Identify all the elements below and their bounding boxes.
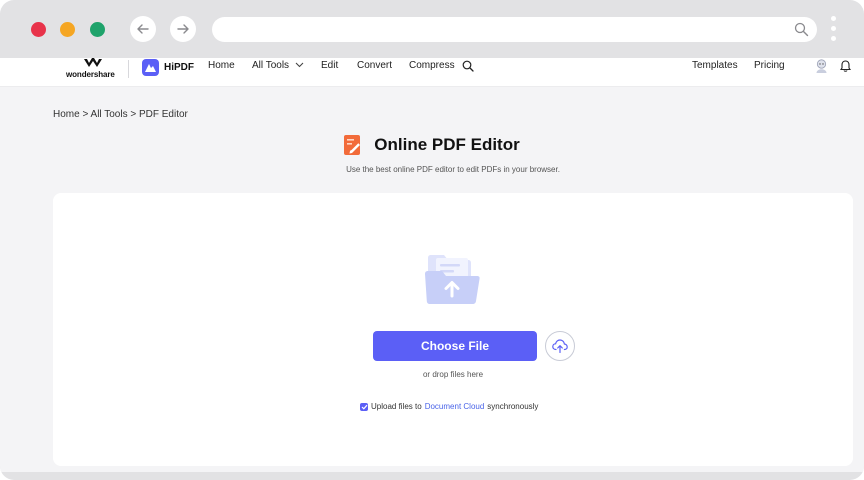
nav-home[interactable]: Home: [208, 60, 235, 71]
search-icon[interactable]: [462, 60, 474, 72]
bell-icon[interactable]: [840, 60, 851, 72]
search-icon[interactable]: [794, 22, 809, 37]
web-page: wondershare HiPDF Home All Tools Edit Co…: [0, 58, 864, 472]
sync-checkbox[interactable]: [360, 402, 368, 411]
avatar[interactable]: [815, 59, 828, 73]
cloud-upload-icon: [552, 339, 568, 353]
choose-file-button[interactable]: Choose File: [373, 331, 537, 361]
checkmark-icon: [361, 404, 367, 410]
hipdf-logo[interactable]: HiPDF: [142, 58, 194, 76]
sync-option[interactable]: Upload files to Document Cloud synchrono…: [360, 402, 538, 411]
header-divider: [128, 60, 129, 78]
nav-all-tools[interactable]: All Tools: [252, 60, 304, 71]
nav-all-tools-label: All Tools: [252, 60, 290, 71]
browser-menu-icon[interactable]: [831, 16, 837, 44]
breadcrumb[interactable]: Home > All Tools > PDF Editor: [53, 109, 188, 120]
upload-area[interactable]: Choose File or drop files here Upload fi…: [53, 193, 853, 466]
hipdf-logo-icon: [142, 58, 159, 76]
site-header: wondershare HiPDF Home All Tools Edit Co…: [0, 58, 864, 87]
minimize-window-button[interactable]: [60, 22, 75, 37]
close-window-button[interactable]: [31, 22, 46, 37]
wondershare-wordmark: wondershare: [66, 70, 115, 79]
nav-templates[interactable]: Templates: [692, 60, 738, 71]
address-bar[interactable]: [212, 17, 817, 42]
pdf-editor-icon: [344, 135, 361, 155]
page-title: Online PDF Editor: [374, 135, 520, 154]
maximize-window-button[interactable]: [90, 22, 105, 37]
page-header: Online PDF Editor: [0, 134, 864, 156]
sync-label-suffix: synchronously: [487, 402, 539, 411]
browser-chrome: [0, 0, 864, 58]
drop-files-hint: or drop files here: [422, 370, 484, 379]
cloud-upload-button[interactable]: [545, 331, 575, 361]
document-cloud-link[interactable]: Document Cloud: [425, 402, 485, 411]
arrow-right-icon: [177, 24, 189, 34]
wondershare-logo-icon: [84, 58, 102, 67]
wondershare-logo[interactable]: wondershare: [66, 58, 122, 82]
nav-compress[interactable]: Compress: [409, 60, 455, 71]
forward-button[interactable]: [170, 16, 196, 42]
hipdf-wordmark: HiPDF: [164, 61, 194, 73]
sync-label-prefix: Upload files to: [371, 402, 422, 411]
nav-edit[interactable]: Edit: [321, 60, 338, 71]
folder-upload-icon: [425, 255, 480, 304]
arrow-left-icon: [137, 24, 149, 34]
back-button[interactable]: [130, 16, 156, 42]
nav-pricing[interactable]: Pricing: [754, 60, 785, 71]
nav-convert[interactable]: Convert: [357, 60, 392, 71]
chevron-down-icon: [295, 62, 304, 68]
page-subtitle: Use the best online PDF editor to edit P…: [346, 165, 560, 174]
browser-window: wondershare HiPDF Home All Tools Edit Co…: [0, 0, 864, 480]
